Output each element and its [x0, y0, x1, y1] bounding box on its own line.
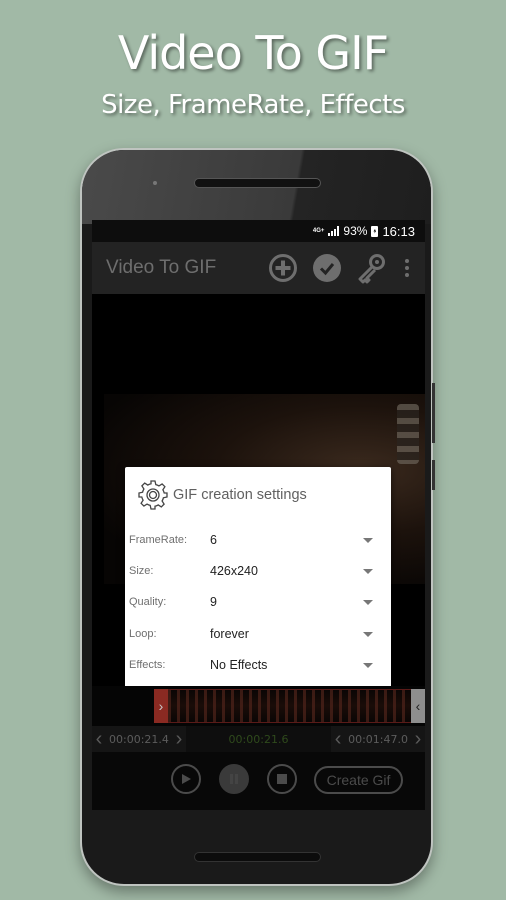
framerate-setting[interactable]: FrameRate: 6 [129, 525, 379, 555]
start-next-button[interactable]: › [172, 729, 186, 749]
pause-icon [230, 774, 238, 784]
start-prev-button[interactable]: ‹ [92, 729, 106, 749]
start-time: 00:00:21.4 [109, 732, 169, 746]
add-video-button[interactable] [267, 252, 299, 284]
front-camera [153, 181, 157, 185]
chevron-left-icon: ‹ [415, 698, 421, 714]
signal-icon [328, 226, 340, 236]
check-circle-icon [313, 254, 341, 282]
effects-setting[interactable]: Effects: No Effects [129, 650, 379, 680]
network-type: 4G+ [312, 228, 325, 234]
play-button[interactable] [171, 764, 201, 794]
end-time-segment: ‹ 00:01:47.0 › [331, 726, 425, 752]
dropdown-arrow-icon[interactable] [363, 631, 373, 637]
video-content [397, 404, 419, 464]
key-icon [358, 254, 385, 284]
volume-button [432, 383, 435, 443]
overflow-menu-icon [405, 259, 409, 263]
size-dropdown[interactable]: 426x240 [210, 564, 363, 578]
key-button[interactable] [355, 252, 387, 284]
phone-screen: 4G+ 93% 16:13 Video To GIF GIF creation … [92, 220, 425, 810]
power-button [432, 460, 435, 490]
quality-setting[interactable]: Quality: 9 [129, 587, 379, 617]
timeline-strip[interactable]: › ‹ [92, 686, 425, 726]
create-gif-button[interactable]: Create Gif [314, 766, 403, 794]
stop-button[interactable] [267, 764, 297, 794]
framerate-label: FrameRate: [129, 534, 188, 546]
confirm-button[interactable] [311, 252, 343, 284]
loop-setting[interactable]: Loop: forever [129, 619, 379, 649]
dialog-header: GIF creation settings [137, 479, 307, 511]
timeline-frames[interactable] [168, 689, 411, 723]
add-circle-icon [269, 254, 297, 282]
battery-charging-icon [371, 225, 379, 237]
end-next-button[interactable]: › [411, 729, 425, 749]
promo-subtitle: Size, FrameRate, Effects [101, 90, 405, 120]
overflow-menu-button[interactable] [399, 259, 415, 277]
app-title: Video To GIF [106, 257, 217, 278]
size-setting[interactable]: Size: 426x240 [129, 556, 379, 586]
playback-controls: Create Gif [92, 752, 425, 810]
effects-label: Effects: [129, 659, 166, 671]
dropdown-arrow-icon[interactable] [363, 599, 373, 605]
framerate-dropdown[interactable]: 6 [210, 533, 363, 547]
start-time-segment: ‹ 00:00:21.4 › [92, 726, 186, 752]
promo-title: Video To GIF [117, 26, 389, 80]
dialog-title: GIF creation settings [173, 487, 307, 503]
time-controls: ‹ 00:00:21.4 › 00:00:21.6 ‹ 00:01:47.0 › [92, 726, 425, 752]
bottom-speaker [194, 852, 321, 862]
app-toolbar: Video To GIF [92, 242, 425, 294]
quality-label: Quality: [129, 596, 167, 608]
status-bar: 4G+ 93% 16:13 [92, 220, 425, 242]
quality-dropdown[interactable]: 9 [210, 595, 363, 609]
stop-icon [277, 774, 287, 784]
end-prev-button[interactable]: ‹ [331, 729, 345, 749]
earpiece-speaker [194, 178, 321, 188]
dropdown-arrow-icon[interactable] [363, 662, 373, 668]
current-time: 00:00:21.6 [228, 732, 289, 746]
end-time: 00:01:47.0 [348, 732, 408, 746]
trim-end-handle[interactable]: ‹ [411, 689, 425, 723]
dropdown-arrow-icon[interactable] [363, 537, 373, 543]
trim-start-handle[interactable]: › [154, 689, 168, 723]
clock: 16:13 [382, 223, 415, 239]
loop-label: Loop: [129, 628, 157, 640]
pause-button[interactable] [219, 764, 249, 794]
play-icon [182, 774, 191, 784]
dropdown-arrow-icon[interactable] [363, 568, 373, 574]
size-label: Size: [129, 565, 154, 577]
battery-percent: 93% [343, 224, 368, 238]
effects-dropdown[interactable]: No Effects [210, 658, 363, 672]
video-preview[interactable]: GIF creation settings FrameRate: 6 Size:… [92, 294, 425, 734]
gear-icon [138, 480, 168, 510]
loop-dropdown[interactable]: forever [210, 627, 363, 641]
chevron-right-icon: › [158, 698, 164, 714]
